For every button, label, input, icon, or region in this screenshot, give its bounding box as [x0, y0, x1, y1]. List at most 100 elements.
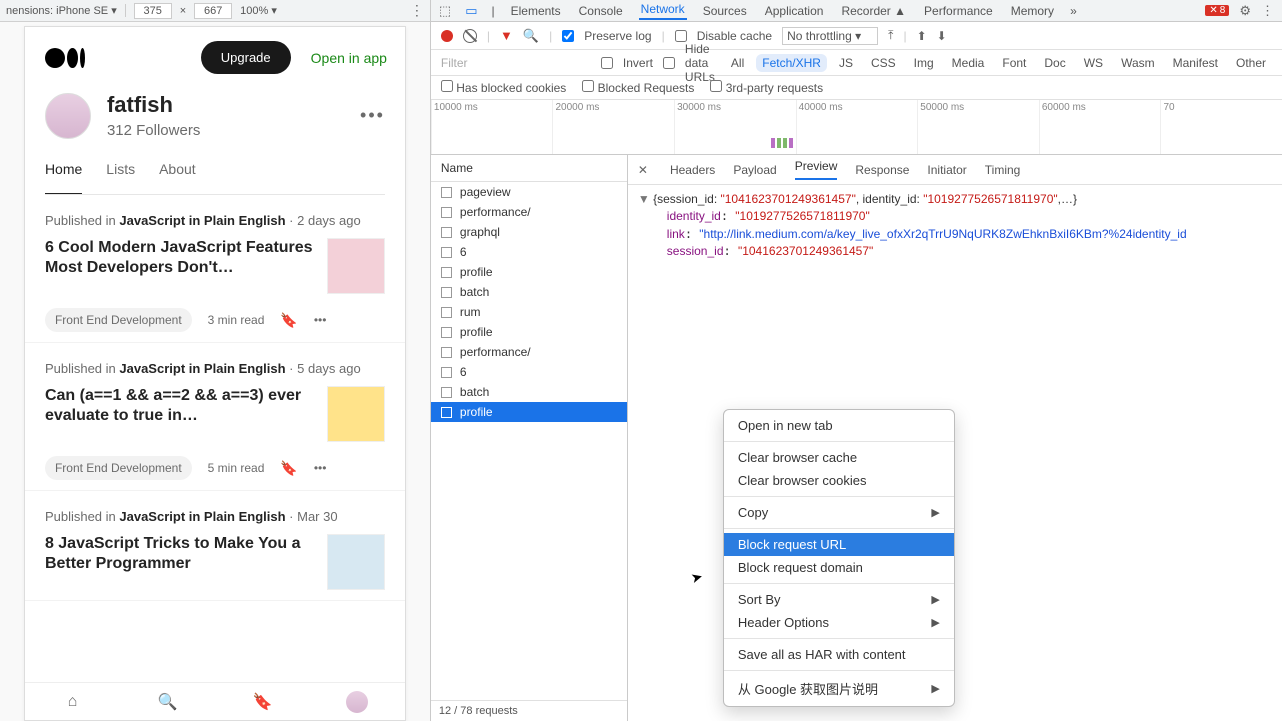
width-input[interactable]: 375 — [134, 3, 172, 19]
tab-performance[interactable]: Performance — [922, 4, 995, 18]
request-row[interactable]: 6 — [431, 242, 627, 262]
ctx-copy[interactable]: Copy▶ — [724, 501, 954, 524]
type-fetch-xhr[interactable]: Fetch/XHR — [756, 54, 827, 72]
bookmark-icon[interactable]: 🔖 — [280, 312, 297, 329]
tab-memory[interactable]: Memory — [1009, 4, 1056, 18]
ctx-clear-cookies[interactable]: Clear browser cookies — [724, 469, 954, 492]
type-manifest[interactable]: Manifest — [1167, 54, 1224, 72]
ctx-google-image[interactable]: 从 Google 获取图片说明▶ — [724, 675, 954, 702]
request-row[interactable]: rum — [431, 302, 627, 322]
gear-icon[interactable]: ⚙ — [1239, 3, 1251, 19]
bookmarks-icon[interactable]: 🔖 — [251, 691, 273, 713]
avatar[interactable] — [45, 93, 91, 139]
inspect-icon[interactable]: ⬚ — [439, 3, 451, 19]
type-js[interactable]: JS — [833, 54, 859, 72]
ctx-sort-by[interactable]: Sort By▶ — [724, 588, 954, 611]
detail-tab-preview[interactable]: Preview — [795, 159, 838, 180]
close-detail-icon[interactable]: ✕ — [638, 163, 648, 177]
search-icon[interactable]: 🔍 — [156, 691, 178, 713]
invert-checkbox[interactable] — [601, 57, 613, 69]
ctx-block-domain[interactable]: Block request domain — [724, 556, 954, 579]
request-row[interactable]: pageview — [431, 182, 627, 202]
type-all[interactable]: All — [725, 54, 750, 72]
type-ws[interactable]: WS — [1078, 54, 1109, 72]
request-row[interactable]: performance/ — [431, 202, 627, 222]
request-row[interactable]: batch — [431, 282, 627, 302]
filter-input[interactable]: Filter — [441, 56, 591, 70]
profile-more-icon[interactable]: ••• — [360, 105, 385, 126]
kebab-icon[interactable]: ⋮ — [1261, 3, 1274, 19]
article-card[interactable]: Published in JavaScript in Plain English… — [25, 195, 405, 343]
upgrade-button[interactable]: Upgrade — [201, 41, 291, 74]
tab-about[interactable]: About — [159, 161, 196, 194]
tab-console[interactable]: Console — [577, 4, 625, 18]
blocked-cookies-checkbox[interactable] — [441, 80, 453, 92]
ctx-save-har[interactable]: Save all as HAR with content — [724, 643, 954, 666]
detail-tab-response[interactable]: Response — [855, 163, 909, 177]
tab-elements[interactable]: Elements — [509, 4, 563, 18]
more-icon[interactable]: ••• — [314, 313, 327, 327]
tab-sources[interactable]: Sources — [701, 4, 749, 18]
ctx-open-new-tab[interactable]: Open in new tab — [724, 414, 954, 437]
request-row[interactable]: graphql — [431, 222, 627, 242]
height-input[interactable]: 667 — [194, 3, 232, 19]
tab-home[interactable]: Home — [45, 161, 82, 194]
device-mode-icon[interactable]: ▭ — [465, 3, 477, 19]
upload-har-icon[interactable]: ⬆ — [917, 29, 927, 43]
clear-icon[interactable] — [463, 29, 477, 43]
type-other[interactable]: Other — [1230, 54, 1272, 72]
throttling-select[interactable]: No throttling ▾ — [782, 27, 878, 45]
request-row[interactable]: profile — [431, 322, 627, 342]
preserve-log-checkbox[interactable] — [562, 30, 574, 42]
type-css[interactable]: CSS — [865, 54, 902, 72]
record-button[interactable] — [441, 30, 453, 42]
error-badge[interactable]: ✕ 8 — [1205, 5, 1229, 16]
waterfall-timeline[interactable]: 10000 ms 20000 ms 30000 ms 40000 ms 5000… — [431, 100, 1282, 155]
hide-data-urls-checkbox[interactable] — [663, 57, 675, 69]
request-row[interactable]: batch — [431, 382, 627, 402]
preview-body[interactable]: ▼ {session_id: "1041623701249361457", id… — [628, 185, 1282, 267]
zoom-selector[interactable]: 100% ▾ — [240, 4, 277, 17]
type-media[interactable]: Media — [946, 54, 991, 72]
device-menu-icon[interactable]: ⋮ — [410, 2, 424, 19]
tab-lists[interactable]: Lists — [106, 161, 135, 194]
detail-tab-initiator[interactable]: Initiator — [927, 163, 966, 177]
tag-pill[interactable]: Front End Development — [45, 308, 192, 332]
bookmark-icon[interactable]: 🔖 — [280, 460, 297, 477]
wifi-icon[interactable]: ⤒ — [888, 28, 893, 43]
home-icon[interactable]: ⌂ — [61, 691, 83, 713]
detail-tab-payload[interactable]: Payload — [733, 163, 776, 177]
ctx-clear-cache[interactable]: Clear browser cache — [724, 446, 954, 469]
open-in-app-link[interactable]: Open in app — [311, 50, 387, 66]
search-icon[interactable]: 🔍 — [523, 28, 539, 44]
ctx-header-options[interactable]: Header Options▶ — [724, 611, 954, 634]
detail-tab-headers[interactable]: Headers — [670, 163, 715, 177]
tab-application[interactable]: Application — [763, 4, 826, 18]
tab-network[interactable]: Network — [639, 2, 687, 20]
request-row[interactable]: profile — [431, 262, 627, 282]
disable-cache-checkbox[interactable] — [675, 30, 687, 42]
more-icon[interactable]: ••• — [314, 461, 327, 475]
blocked-requests-checkbox[interactable] — [582, 80, 594, 92]
third-party-checkbox[interactable] — [710, 80, 722, 92]
tab-recorder[interactable]: Recorder ▲ — [839, 4, 908, 18]
download-har-icon[interactable]: ⬇ — [937, 29, 947, 43]
device-selector[interactable]: nensions: iPhone SE ▾ — [6, 4, 126, 17]
request-row[interactable]: 6 — [431, 362, 627, 382]
profile-icon[interactable] — [346, 691, 368, 713]
article-card[interactable]: Published in JavaScript in Plain English… — [25, 491, 405, 601]
detail-tab-timing[interactable]: Timing — [985, 163, 1021, 177]
type-img[interactable]: Img — [908, 54, 940, 72]
ctx-block-url[interactable]: Block request URL — [724, 533, 954, 556]
article-card[interactable]: Published in JavaScript in Plain English… — [25, 343, 405, 491]
medium-logo-icon[interactable] — [45, 48, 85, 68]
filter-icon[interactable]: ▼ — [500, 28, 513, 43]
type-font[interactable]: Font — [996, 54, 1032, 72]
tag-pill[interactable]: Front End Development — [45, 456, 192, 480]
request-row[interactable]: performance/ — [431, 342, 627, 362]
type-doc[interactable]: Doc — [1038, 54, 1071, 72]
type-wasm[interactable]: Wasm — [1115, 54, 1161, 72]
more-tabs-icon[interactable]: » — [1070, 4, 1077, 18]
name-column-header[interactable]: Name — [431, 155, 627, 182]
request-row-selected[interactable]: profile — [431, 402, 627, 422]
